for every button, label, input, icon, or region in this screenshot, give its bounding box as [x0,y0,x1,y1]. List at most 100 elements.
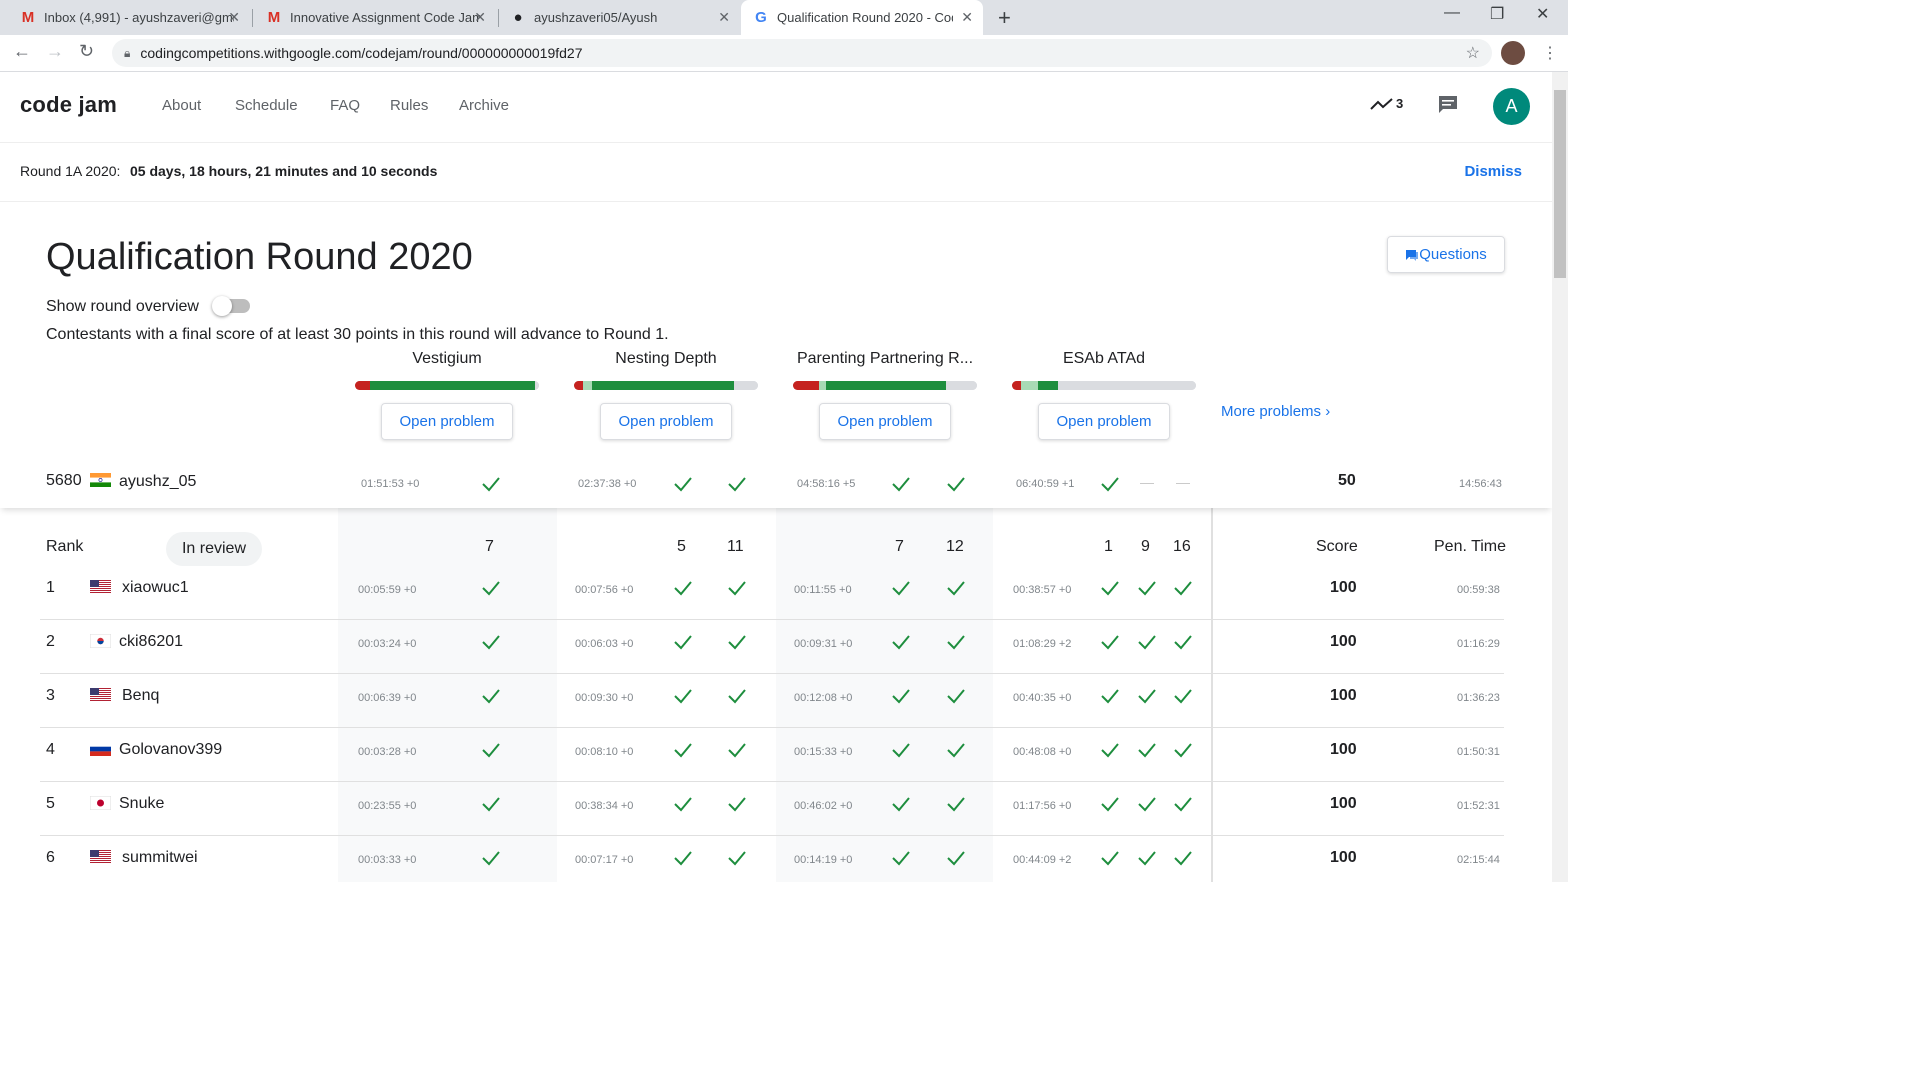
submission-time: 00:03:24 +0 [358,638,417,650]
check-icon [1173,794,1193,814]
submission-time: 00:23:55 +0 [358,800,417,812]
new-tab-icon[interactable]: + [998,5,1011,31]
check-icon [673,474,693,494]
table-row[interactable]: 6 summitwei 00:03:33 +0 00:07:17 +0 00:14:19… [0,836,1552,882]
submission-time: 00:09:31 +0 [794,638,853,650]
progress-segment [1058,381,1196,390]
github-icon: ● [513,9,523,26]
username-cell[interactable]: xiaowuc1 [122,579,189,597]
open-problem-button[interactable]: Open problem [819,403,951,440]
problem-name[interactable]: Nesting Depth [574,350,758,372]
check-icon [1100,686,1120,706]
my-username[interactable]: ayushz_05 [119,473,196,491]
problem-name[interactable]: ESAb ATAd [1012,350,1196,372]
check-icon [1137,686,1157,706]
check-icon [481,686,501,706]
page-title: Qualification Round 2020 [46,236,473,278]
back-icon[interactable]: ← [13,41,31,62]
problem-points-header: 7 [895,538,904,555]
dismiss-button[interactable]: Dismiss [1464,163,1522,180]
menu-kebab-icon[interactable]: ⋮ [1542,43,1558,63]
username-cell[interactable]: Snuke [119,795,164,813]
scrollbar-thumb[interactable] [1554,90,1566,278]
nav-faq[interactable]: FAQ [330,97,360,114]
open-problem-button[interactable]: Open problem [600,403,732,440]
progress-segment [826,381,946,390]
user-avatar[interactable]: A [1493,88,1530,125]
close-icon[interactable]: ✕ [961,9,973,26]
problem-points-header: 9 [1141,538,1150,555]
username-cell[interactable]: Golovanov399 [119,741,222,759]
nav-archive[interactable]: Archive [459,97,509,114]
more-problems-link[interactable]: More problems › [1221,403,1330,420]
my-rank: 5680 [46,472,82,489]
profile-avatar-icon[interactable] [1501,41,1525,65]
address-bar[interactable]: 🔒︎ codingcompetitions.withgoogle.com/cod… [112,39,1492,67]
submission-time: 00:38:57 +0 [1013,584,1072,596]
open-problem-button[interactable]: Open problem [381,403,513,440]
table-row[interactable]: 2 cki86201 00:03:24 +0 00:06:03 +0 00:09:31 … [0,620,1552,674]
check-icon [1137,848,1157,868]
notifications-trend[interactable]: 3 [1370,96,1403,111]
table-row[interactable]: 5 Snuke 00:23:55 +0 00:38:34 +0 00:46:02 +0 0… [0,782,1552,836]
nav-about[interactable]: About [162,97,201,114]
progress-segment [355,381,370,390]
progress-segment [583,381,593,390]
bookmark-star-icon[interactable]: ☆ [1466,43,1480,63]
table-row[interactable]: 4 Golovanov399 00:03:28 +0 00:08:10 +0 00:15… [0,728,1552,782]
questions-button[interactable]: Questions [1387,236,1505,273]
open-problem-button[interactable]: Open problem [1038,403,1170,440]
restore-icon[interactable]: ❐ [1490,4,1504,24]
tab-code-jam[interactable]: G Qualification Round 2020 - Code Jam ✕ [741,0,983,35]
progress-segment [1021,381,1038,390]
check-icon [946,740,966,760]
toggle-knob[interactable] [212,296,232,316]
problem-points-header: 1 [1104,538,1113,555]
tab-assignment-mail[interactable]: M Innovative Assignment Code Jam ✕ [246,0,496,35]
check-icon [1137,740,1157,760]
flag-us-icon [90,688,111,702]
check-icon [1173,740,1193,760]
my-rank-row[interactable]: 5680 ayushz_05 01:51:53 +0 02:37:38 +0 04:58… [0,460,1552,508]
progress-segment [793,381,819,390]
check-icon [673,794,693,814]
nav-rules[interactable]: Rules [390,97,428,114]
table-row[interactable]: 3 Benq 00:06:39 +0 00:09:30 +0 00:12:08 +0 00… [0,674,1552,728]
rank-cell: 1 [46,579,55,596]
close-icon[interactable]: ✕ [228,9,240,26]
minimize-icon[interactable]: — [1444,4,1460,22]
progress-segment [574,381,584,390]
problem-progress-bar [574,381,758,390]
table-row[interactable]: 1 xiaowuc1 00:05:59 +0 00:07:56 +0 00:11:55 … [0,566,1552,620]
tab-gmail-inbox[interactable]: M Inbox (4,991) - ayushzaveri@gmail.com … [0,0,250,35]
close-icon[interactable]: ✕ [718,9,730,26]
forward-icon[interactable]: → [46,41,64,62]
round-overview-toggle[interactable] [212,296,250,316]
nav-schedule[interactable]: Schedule [235,97,298,114]
countdown-timer: 05 days, 18 hours, 21 minutes and 10 sec… [130,163,438,179]
problem-name[interactable]: Vestigium [355,350,539,372]
problem-name[interactable]: Parenting Partnering R... [793,350,977,372]
submission-time: 00:14:19 +0 [794,854,853,866]
in-review-chip[interactable]: In review [166,532,262,566]
close-icon[interactable]: ✕ [474,9,486,26]
reload-icon[interactable]: ↻ [79,41,94,62]
code-jam-logo[interactable]: code jam [20,92,117,118]
window-close-icon[interactable]: ✕ [1536,4,1549,24]
check-icon [727,794,747,814]
username-cell[interactable]: Benq [122,687,159,705]
tab-github[interactable]: ● ayushzaveri05/Ayush ✕ [490,0,740,35]
check-icon [1100,578,1120,598]
feedback-chat-icon[interactable] [1437,94,1459,121]
flag-us-icon [90,580,111,594]
submission-time: 02:37:38 +0 [578,478,637,490]
flag-kr-icon [89,633,112,649]
submission-time: 00:15:33 +0 [794,746,853,758]
not-attempted-dash: — [1176,474,1190,490]
username-cell[interactable]: summitwei [122,849,198,867]
check-icon [891,740,911,760]
score-cell: 100 [1330,687,1357,704]
username-cell[interactable]: cki86201 [119,633,183,651]
check-icon [1100,632,1120,652]
page-scrollbar[interactable] [1552,72,1568,882]
